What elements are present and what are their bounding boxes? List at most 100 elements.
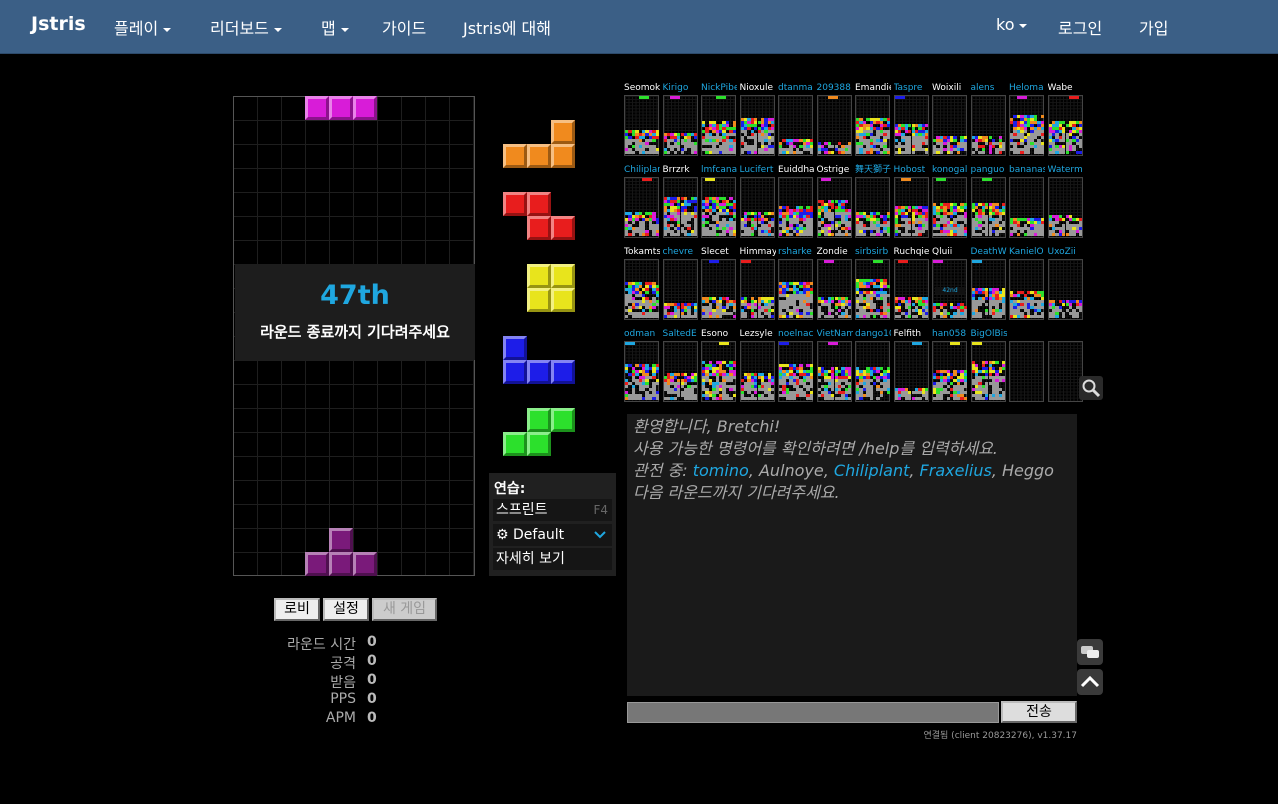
spectator-name: Heggo xyxy=(1001,461,1054,480)
chevron-down-icon xyxy=(594,531,606,539)
opponent-board[interactable]: han058 xyxy=(932,328,968,405)
opponent-board[interactable]: DeathW xyxy=(970,246,1007,323)
opponent-board[interactable]: Wabe xyxy=(1047,82,1084,159)
opponent-board[interactable]: Heloma xyxy=(1009,82,1045,159)
opponent-board[interactable]: Slecet xyxy=(701,246,737,323)
opponent-field xyxy=(662,95,698,156)
opponent-field xyxy=(893,259,929,320)
opponent-board[interactable]: Lucifert xyxy=(739,164,776,241)
opponent-board[interactable]: Himmay xyxy=(739,246,776,323)
opponent-field xyxy=(739,341,775,402)
nav-language[interactable]: ko xyxy=(996,15,1028,34)
nav-maps[interactable]: 맵 xyxy=(321,15,349,39)
brand-logo[interactable]: Jstris xyxy=(31,13,86,35)
nav-language-label: ko xyxy=(996,15,1015,34)
opponent-name: Woixili xyxy=(932,83,962,93)
opponent-field xyxy=(1047,177,1083,238)
chevron-down-icon xyxy=(340,27,349,32)
opponent-board[interactable]: 舞天獅子 xyxy=(855,164,891,241)
nav-guide[interactable]: 가이드 xyxy=(382,15,426,39)
opponent-name: Wabe xyxy=(1047,83,1073,93)
opponent-board[interactable]: Qluii 42nd xyxy=(932,246,968,323)
opponent-name: NickPibe xyxy=(701,83,737,93)
opponent-board[interactable]: BigOlBis xyxy=(970,328,1007,405)
queue-piece-block xyxy=(527,432,551,456)
opponent-board[interactable]: 209388 xyxy=(816,82,853,159)
nav-signup[interactable]: 가입 xyxy=(1139,15,1168,39)
connection-status: 연결됨 (client 20823276), v1.37.17 xyxy=(923,731,1077,741)
opponent-board[interactable]: Zondie xyxy=(816,246,853,323)
opponent-board[interactable]: Tokamts xyxy=(624,246,660,323)
opponent-board[interactable]: Felfith xyxy=(893,328,930,405)
opponent-board[interactable]: Ostrige xyxy=(816,164,853,241)
opponent-field xyxy=(701,259,736,320)
new-game-button[interactable]: 새 게임 xyxy=(372,598,437,621)
queue-piece-block xyxy=(551,264,575,288)
opponent-board[interactable]: lmfcana xyxy=(701,164,737,241)
opponent-board[interactable]: alens xyxy=(970,82,1007,159)
opponent-board[interactable]: Woixili xyxy=(932,82,968,159)
opponent-board[interactable]: VietNam xyxy=(816,328,853,405)
sprint-option[interactable]: 스프린트 F4 xyxy=(493,499,612,521)
opponent-board[interactable]: Lezsyle xyxy=(739,328,776,405)
opponent-field xyxy=(1047,341,1083,402)
opponent-board[interactable]: Brrzrk xyxy=(662,164,699,241)
mode-label: Default xyxy=(513,527,565,543)
scroll-up-icon[interactable] xyxy=(1077,669,1103,695)
opponent-board[interactable]: dango10 xyxy=(855,328,891,405)
opponent-board[interactable]: noelnac xyxy=(778,328,814,405)
opponent-field xyxy=(970,341,1006,402)
opponent-board[interactable]: chevre xyxy=(662,246,699,323)
opponent-board[interactable]: bananas xyxy=(1009,164,1045,241)
opponent-board[interactable]: odman xyxy=(624,328,660,405)
spectator-list: tomino, Aulnoye, Chiliplant, Fraxelius, … xyxy=(693,461,1054,480)
opponent-board[interactable]: Esono xyxy=(701,328,737,405)
nav-about[interactable]: Jstris에 대해 xyxy=(463,15,551,39)
opponent-board[interactable]: sirbsirb xyxy=(855,246,891,323)
opponent-board[interactable]: Chiliplant xyxy=(624,164,660,241)
opponent-board[interactable]: Kirigo xyxy=(662,82,699,159)
opponent-field xyxy=(893,177,929,238)
chevron-down-icon xyxy=(1019,23,1028,28)
opponent-board[interactable]: Ruchqie xyxy=(893,246,930,323)
opponent-board[interactable]: dtanma xyxy=(778,82,814,159)
opponent-field xyxy=(893,95,929,156)
spectator-separator: , xyxy=(748,461,759,480)
opponent-name: Brrzrk xyxy=(662,165,690,175)
opponent-board[interactable]: SaltedE xyxy=(662,328,699,405)
lobby-button[interactable]: 로비 xyxy=(274,598,320,621)
opponent-field xyxy=(778,95,813,156)
opponent-board[interactable]: konogal xyxy=(932,164,968,241)
mode-select[interactable]: ⚙ Default xyxy=(493,524,612,546)
opponent-board[interactable]: rsharke xyxy=(778,246,814,323)
opponent-board[interactable]: Waterm xyxy=(1047,164,1084,241)
nav-login[interactable]: 로그인 xyxy=(1058,15,1102,39)
nav-leaderboard[interactable]: 리더보드 xyxy=(210,15,282,39)
opponent-board[interactable]: Euiddha xyxy=(778,164,814,241)
zoom-icon[interactable] xyxy=(1079,376,1103,400)
practice-panel: 연습: 스프린트 F4 ⚙ Default 자세히 보기 xyxy=(489,473,616,576)
opponent-board[interactable]: Seomok xyxy=(624,82,660,159)
opponent-board[interactable]: UxoZii xyxy=(1047,246,1084,323)
opponent-board[interactable]: NickPibe xyxy=(701,82,737,159)
opponent-field xyxy=(778,177,813,238)
opponent-board[interactable]: Hobost xyxy=(893,164,930,241)
opponent-field xyxy=(970,95,1006,156)
opponent-board[interactable]: Emandie xyxy=(855,82,891,159)
queue-piece-block xyxy=(527,288,551,312)
settings-button[interactable]: 설정 xyxy=(323,598,369,621)
opponent-board[interactable]: KanielO xyxy=(1009,246,1045,323)
nav-play[interactable]: 플레이 xyxy=(114,15,172,39)
opponent-board[interactable]: Nioxule xyxy=(739,82,776,159)
spectator-name: Chiliplant xyxy=(833,461,910,480)
send-button[interactable]: 전송 xyxy=(1001,701,1077,723)
opponent-board[interactable]: panguo xyxy=(970,164,1007,241)
opponent-board[interactable] xyxy=(1009,328,1045,405)
chat-input[interactable] xyxy=(627,702,999,723)
opponent-board[interactable]: Taspre xyxy=(893,82,930,159)
chat-icon[interactable] xyxy=(1077,639,1103,665)
ghost-piece-block xyxy=(329,552,353,576)
queue-piece-block xyxy=(527,360,551,384)
more-link[interactable]: 자세히 보기 xyxy=(493,548,612,570)
stat-label-time: 라운드 시간 xyxy=(287,637,356,653)
